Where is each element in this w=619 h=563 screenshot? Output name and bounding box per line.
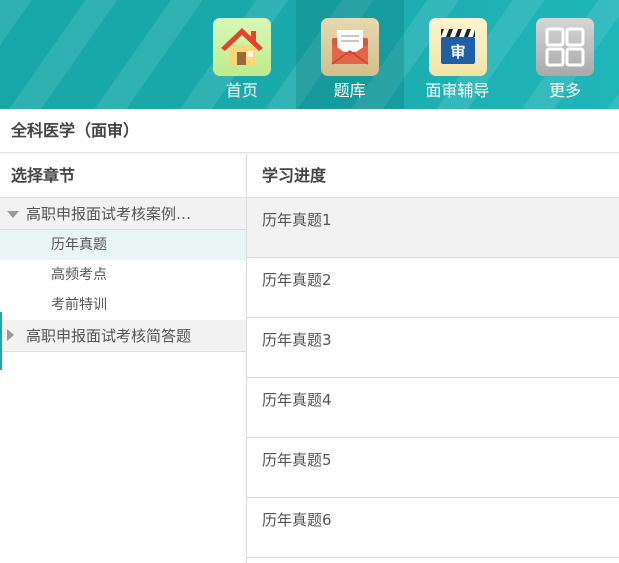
nav-label-more: 更多 bbox=[549, 81, 582, 100]
caret-right-icon[interactable] bbox=[7, 329, 14, 341]
chapter-item-key-points[interactable]: 高频考点 bbox=[0, 260, 246, 290]
progress-row[interactable]: 历年真题3 bbox=[247, 318, 619, 378]
progress-row[interactable]: 历年真题2 bbox=[247, 258, 619, 318]
chapter-item-label: 高频考点 bbox=[51, 267, 107, 283]
nav-label-question-bank: 题库 bbox=[333, 81, 366, 100]
chapter-panel-heading: 选择章节 bbox=[0, 154, 246, 198]
chapter-item-pre-exam-training[interactable]: 考前特训 bbox=[0, 290, 246, 320]
grid-more-icon bbox=[536, 18, 595, 76]
progress-row[interactable]: 历年真题6 bbox=[247, 498, 619, 558]
progress-row-label: 历年真题5 bbox=[262, 451, 332, 469]
chapter-item-past-exams[interactable]: 历年真题 bbox=[0, 230, 246, 260]
question-bank-icon bbox=[320, 18, 379, 76]
nav-item-audit-coaching[interactable]: 审 面审辅导 bbox=[404, 0, 512, 109]
chapter-group-short-answer[interactable]: 高职申报面试考核简答题 bbox=[0, 320, 246, 352]
nav-label-home: 首页 bbox=[225, 81, 258, 100]
nav-label-audit-coaching: 面审辅导 bbox=[425, 81, 490, 100]
app-header: 首页 题库 审 面审辅导 更多 bbox=[0, 0, 619, 109]
title-bar: 全科医学（面审） bbox=[0, 109, 619, 153]
progress-row-label: 历年真题4 bbox=[262, 391, 332, 409]
home-icon bbox=[213, 18, 271, 76]
page-title: 全科医学（面审） bbox=[11, 121, 140, 140]
chapter-group-label: 高职申报面试考核案例… bbox=[26, 205, 192, 223]
chapter-group-case[interactable]: 高职申报面试考核案例… bbox=[0, 198, 246, 230]
progress-row-label: 历年真题6 bbox=[262, 511, 332, 529]
progress-row-label: 历年真题3 bbox=[262, 331, 332, 349]
scroll-accent-bar bbox=[0, 312, 2, 370]
chapter-item-label: 历年真题 bbox=[51, 237, 107, 253]
progress-panel: 学习进度 历年真题1 历年真题2 历年真题3 历年真题4 历年真题5 历年真题6 bbox=[247, 154, 619, 563]
progress-row-label: 历年真题1 bbox=[262, 211, 332, 229]
audit-clapper-icon: 审 bbox=[428, 18, 487, 76]
nav-item-question-bank[interactable]: 题库 bbox=[295, 0, 404, 109]
nav-item-more[interactable]: 更多 bbox=[511, 0, 619, 109]
chapter-item-label: 考前特训 bbox=[51, 297, 107, 313]
progress-row-label: 历年真题2 bbox=[262, 271, 332, 289]
top-nav: 首页 题库 审 面审辅导 更多 bbox=[188, 0, 619, 109]
caret-down-icon[interactable] bbox=[7, 211, 19, 218]
chapter-group-label: 高职申报面试考核简答题 bbox=[26, 327, 192, 345]
nav-item-home[interactable]: 首页 bbox=[188, 0, 296, 109]
progress-row[interactable]: 历年真题5 bbox=[247, 438, 619, 498]
audit-icon-glyph: 审 bbox=[450, 43, 465, 61]
progress-row[interactable]: 历年真题1 bbox=[247, 198, 619, 258]
progress-panel-heading: 学习进度 bbox=[247, 154, 619, 198]
progress-row[interactable]: 历年真题4 bbox=[247, 378, 619, 438]
chapter-panel: 选择章节 高职申报面试考核案例… 历年真题 高频考点 考前特训 高职申报面试考核… bbox=[0, 154, 247, 563]
